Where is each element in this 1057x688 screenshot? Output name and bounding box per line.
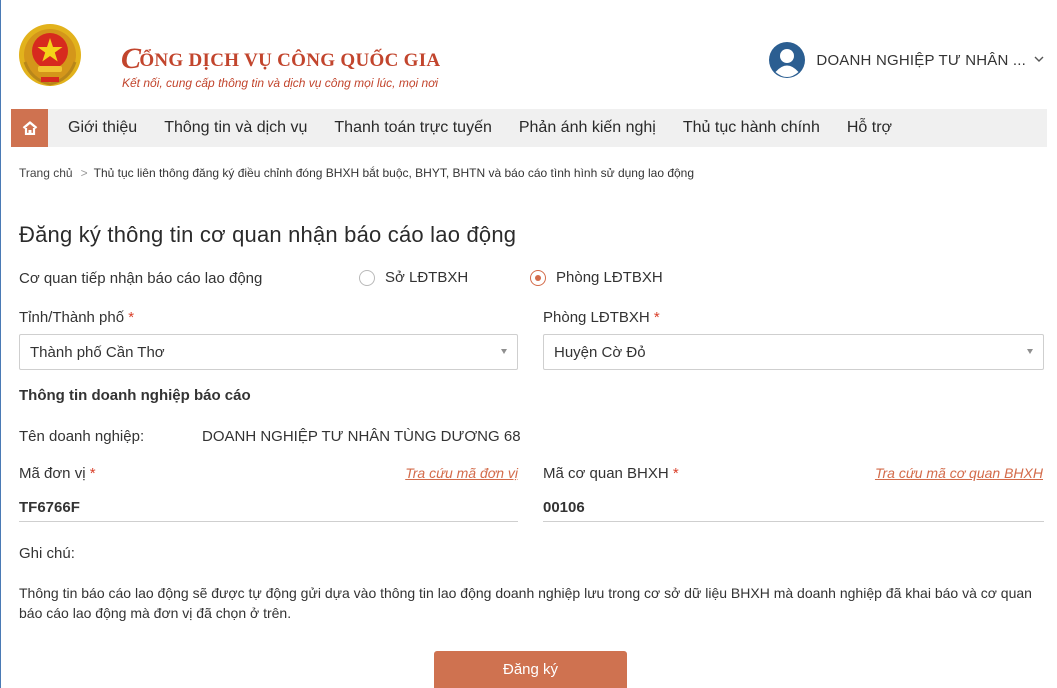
province-label: Tỉnh/Thành phố * (19, 309, 134, 326)
user-name: DOANH NGHIỆP TƯ NHÂN ... (816, 51, 1026, 69)
radio-button-checked[interactable] (530, 269, 546, 286)
required-mark: * (653, 309, 660, 326)
agency-code-input[interactable] (543, 494, 1044, 522)
nav-item-thu-tuc[interactable]: Thủ tục hành chính (683, 119, 820, 137)
dropdown-caret-icon (501, 349, 507, 354)
breadcrumb: Trang chủ > Thủ tục liên thông đăng ký điề… (19, 166, 694, 180)
nav-item-phan-anh[interactable]: Phản ánh kiến nghị (519, 119, 656, 137)
company-name-value: DOANH NGHIỆP TƯ NHÂN TÙNG DƯƠNG 68 (202, 428, 521, 445)
required-mark: * (89, 465, 96, 482)
portal-title-text: ỔNG DỊCH VỤ CÔNG QUỐC GIA (139, 50, 441, 71)
dropdown-caret-icon (1027, 349, 1033, 354)
note-text: Thông tin báo cáo lao động sẽ được tự độ… (19, 585, 1032, 621)
portal-title[interactable]: CỔNG DỊCH VỤ CÔNG QUỐC GIA (121, 40, 441, 75)
agency-label: Cơ quan tiếp nhận báo cáo lao động (19, 270, 263, 287)
page-title: Đăng ký thông tin cơ quan nhận báo cáo l… (19, 222, 517, 247)
province-label-text: Tỉnh/Thành phố (19, 309, 125, 326)
main-nav: Giới thiệu Thông tin và dịch vụ Thanh to… (11, 109, 1047, 147)
radio-phong-ldtbxh[interactable]: Phòng LĐTBXH (530, 269, 663, 286)
portal-slogan: Kết nối, cung cấp thông tin và dịch vụ c… (122, 76, 439, 90)
portal-title-initial: C (121, 42, 142, 75)
home-icon (22, 121, 37, 135)
breadcrumb-home-link[interactable]: Trang chủ (19, 166, 73, 180)
province-select[interactable]: Thành phố Cần Thơ (19, 334, 518, 370)
office-select-value: Huyện Cờ Đỏ (554, 343, 646, 361)
user-menu[interactable]: DOANH NGHIỆP TƯ NHÂN ... (769, 41, 1044, 79)
nav-item-thanh-toan[interactable]: Thanh toán trực tuyến (334, 119, 491, 137)
agency-code-label-text: Mã cơ quan BHXH (543, 465, 669, 482)
office-label-text: Phòng LĐTBXH (543, 309, 650, 326)
company-name-label: Tên doanh nghiệp: (19, 428, 145, 445)
required-mark: * (672, 465, 679, 482)
register-button[interactable]: Đăng ký (434, 651, 627, 688)
required-mark: * (128, 309, 135, 326)
nav-item-gioi-thieu[interactable]: Giới thiệu (68, 119, 137, 137)
nav-home-button[interactable] (11, 109, 48, 147)
note-label: Ghi chú: (19, 545, 75, 562)
unit-code-input[interactable] (19, 494, 518, 522)
radio-button-unchecked[interactable] (359, 269, 375, 286)
province-select-value: Thành phố Cần Thơ (30, 343, 165, 361)
nav-item-thong-tin-dich-vu[interactable]: Thông tin và dịch vụ (164, 119, 307, 137)
office-label: Phòng LĐTBXH * (543, 309, 660, 326)
lookup-unit-code-link[interactable]: Tra cứu mã đơn vị (405, 465, 518, 481)
radio-label-phong: Phòng LĐTBXH (556, 269, 663, 286)
national-emblem-logo[interactable] (17, 22, 83, 88)
agency-code-label: Mã cơ quan BHXH * (543, 465, 679, 482)
unit-code-label: Mã đơn vị * (19, 465, 96, 482)
lookup-agency-code-link[interactable]: Tra cứu mã cơ quan BHXH (875, 465, 1043, 481)
chevron-down-icon (1034, 54, 1044, 66)
radio-so-ldtbxh[interactable]: Sở LĐTBXH (359, 269, 468, 286)
breadcrumb-separator: > (80, 166, 88, 180)
office-select[interactable]: Huyện Cờ Đỏ (543, 334, 1044, 370)
site-header: CỔNG DỊCH VỤ CÔNG QUỐC GIA Kết nối, cung… (1, 0, 1057, 108)
nav-item-ho-tro[interactable]: Hỗ trợ (847, 119, 892, 137)
unit-code-label-text: Mã đơn vị (19, 465, 86, 482)
user-avatar-icon (769, 42, 806, 78)
breadcrumb-current: Thủ tục liên thông đăng ký điều chỉnh đó… (93, 166, 695, 180)
radio-label-so: Sở LĐTBXH (385, 269, 469, 286)
section-title-company-info: Thông tin doanh nghiệp báo cáo (19, 387, 251, 404)
